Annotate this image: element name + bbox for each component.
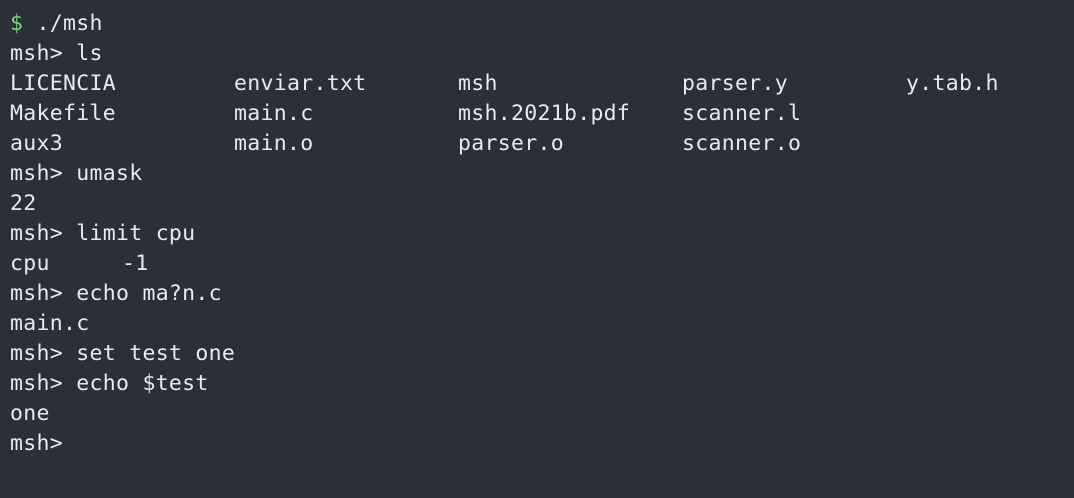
shell-command: ./msh (23, 11, 103, 36)
echo-glob-output: main.c (10, 311, 90, 336)
ls-output-row: Makefile main.c msh.2021b.pdf scanner.l (10, 99, 1064, 129)
ls-command: ls (62, 41, 103, 66)
active-msh-prompt-line[interactable]: msh> (10, 429, 1064, 459)
file-entry: main.c (234, 101, 314, 126)
shell-command-line: $ ./msh (10, 9, 1064, 39)
file-entry: scanner.o (682, 131, 802, 156)
command-output: main.c (10, 309, 1064, 339)
umask-command: umask (62, 161, 143, 186)
command-output: 22 (10, 189, 1064, 219)
file-entry: parser.y (682, 71, 788, 96)
msh-command-line: msh> set test one (10, 339, 1064, 369)
msh-command-line: msh> echo ma?n.c (10, 279, 1064, 309)
file-entry: main.o (234, 131, 314, 156)
msh-prompt: msh> (10, 281, 63, 306)
echo-var-command: echo $test (62, 371, 209, 396)
file-entry: msh.2021b.pdf (458, 101, 631, 126)
terminal-window[interactable]: $ ./msh msh> ls LICENCIA enviar.txt msh … (0, 0, 1074, 498)
ls-output-row: aux3 main.o parser.o scanner.o (10, 129, 1064, 159)
shell-prompt: $ (10, 11, 24, 36)
msh-prompt: msh> (10, 431, 63, 456)
file-entry: scanner.l (682, 101, 802, 126)
umask-output: 22 (10, 191, 37, 216)
echo-glob-command: echo ma?n.c (62, 281, 222, 306)
limit-command: limit cpu (62, 221, 196, 246)
msh-prompt: msh> (10, 161, 63, 186)
limit-resource: cpu (10, 251, 50, 276)
msh-command-line: msh> limit cpu (10, 219, 1064, 249)
file-entry: LICENCIA (10, 71, 116, 96)
msh-prompt: msh> (10, 371, 63, 396)
msh-prompt: msh> (10, 221, 63, 246)
set-command: set test one (62, 341, 236, 366)
msh-command-line: msh> ls (10, 39, 1064, 69)
msh-command-line: msh> echo $test (10, 369, 1064, 399)
file-entry: aux3 (10, 131, 63, 156)
ls-output-row: LICENCIA enviar.txt msh parser.y y.tab.h (10, 69, 1064, 99)
file-entry: y.tab.h (906, 71, 999, 96)
file-entry: Makefile (10, 101, 116, 126)
file-entry: parser.o (458, 131, 564, 156)
command-output: one (10, 399, 1064, 429)
msh-command-line: msh> umask (10, 159, 1064, 189)
msh-prompt: msh> (10, 41, 63, 66)
command-output: cpu -1 (10, 249, 1064, 279)
file-entry: msh (458, 71, 498, 96)
echo-var-output: one (10, 401, 50, 426)
limit-value: -1 (122, 251, 149, 276)
msh-prompt: msh> (10, 341, 63, 366)
file-entry: enviar.txt (234, 71, 367, 96)
